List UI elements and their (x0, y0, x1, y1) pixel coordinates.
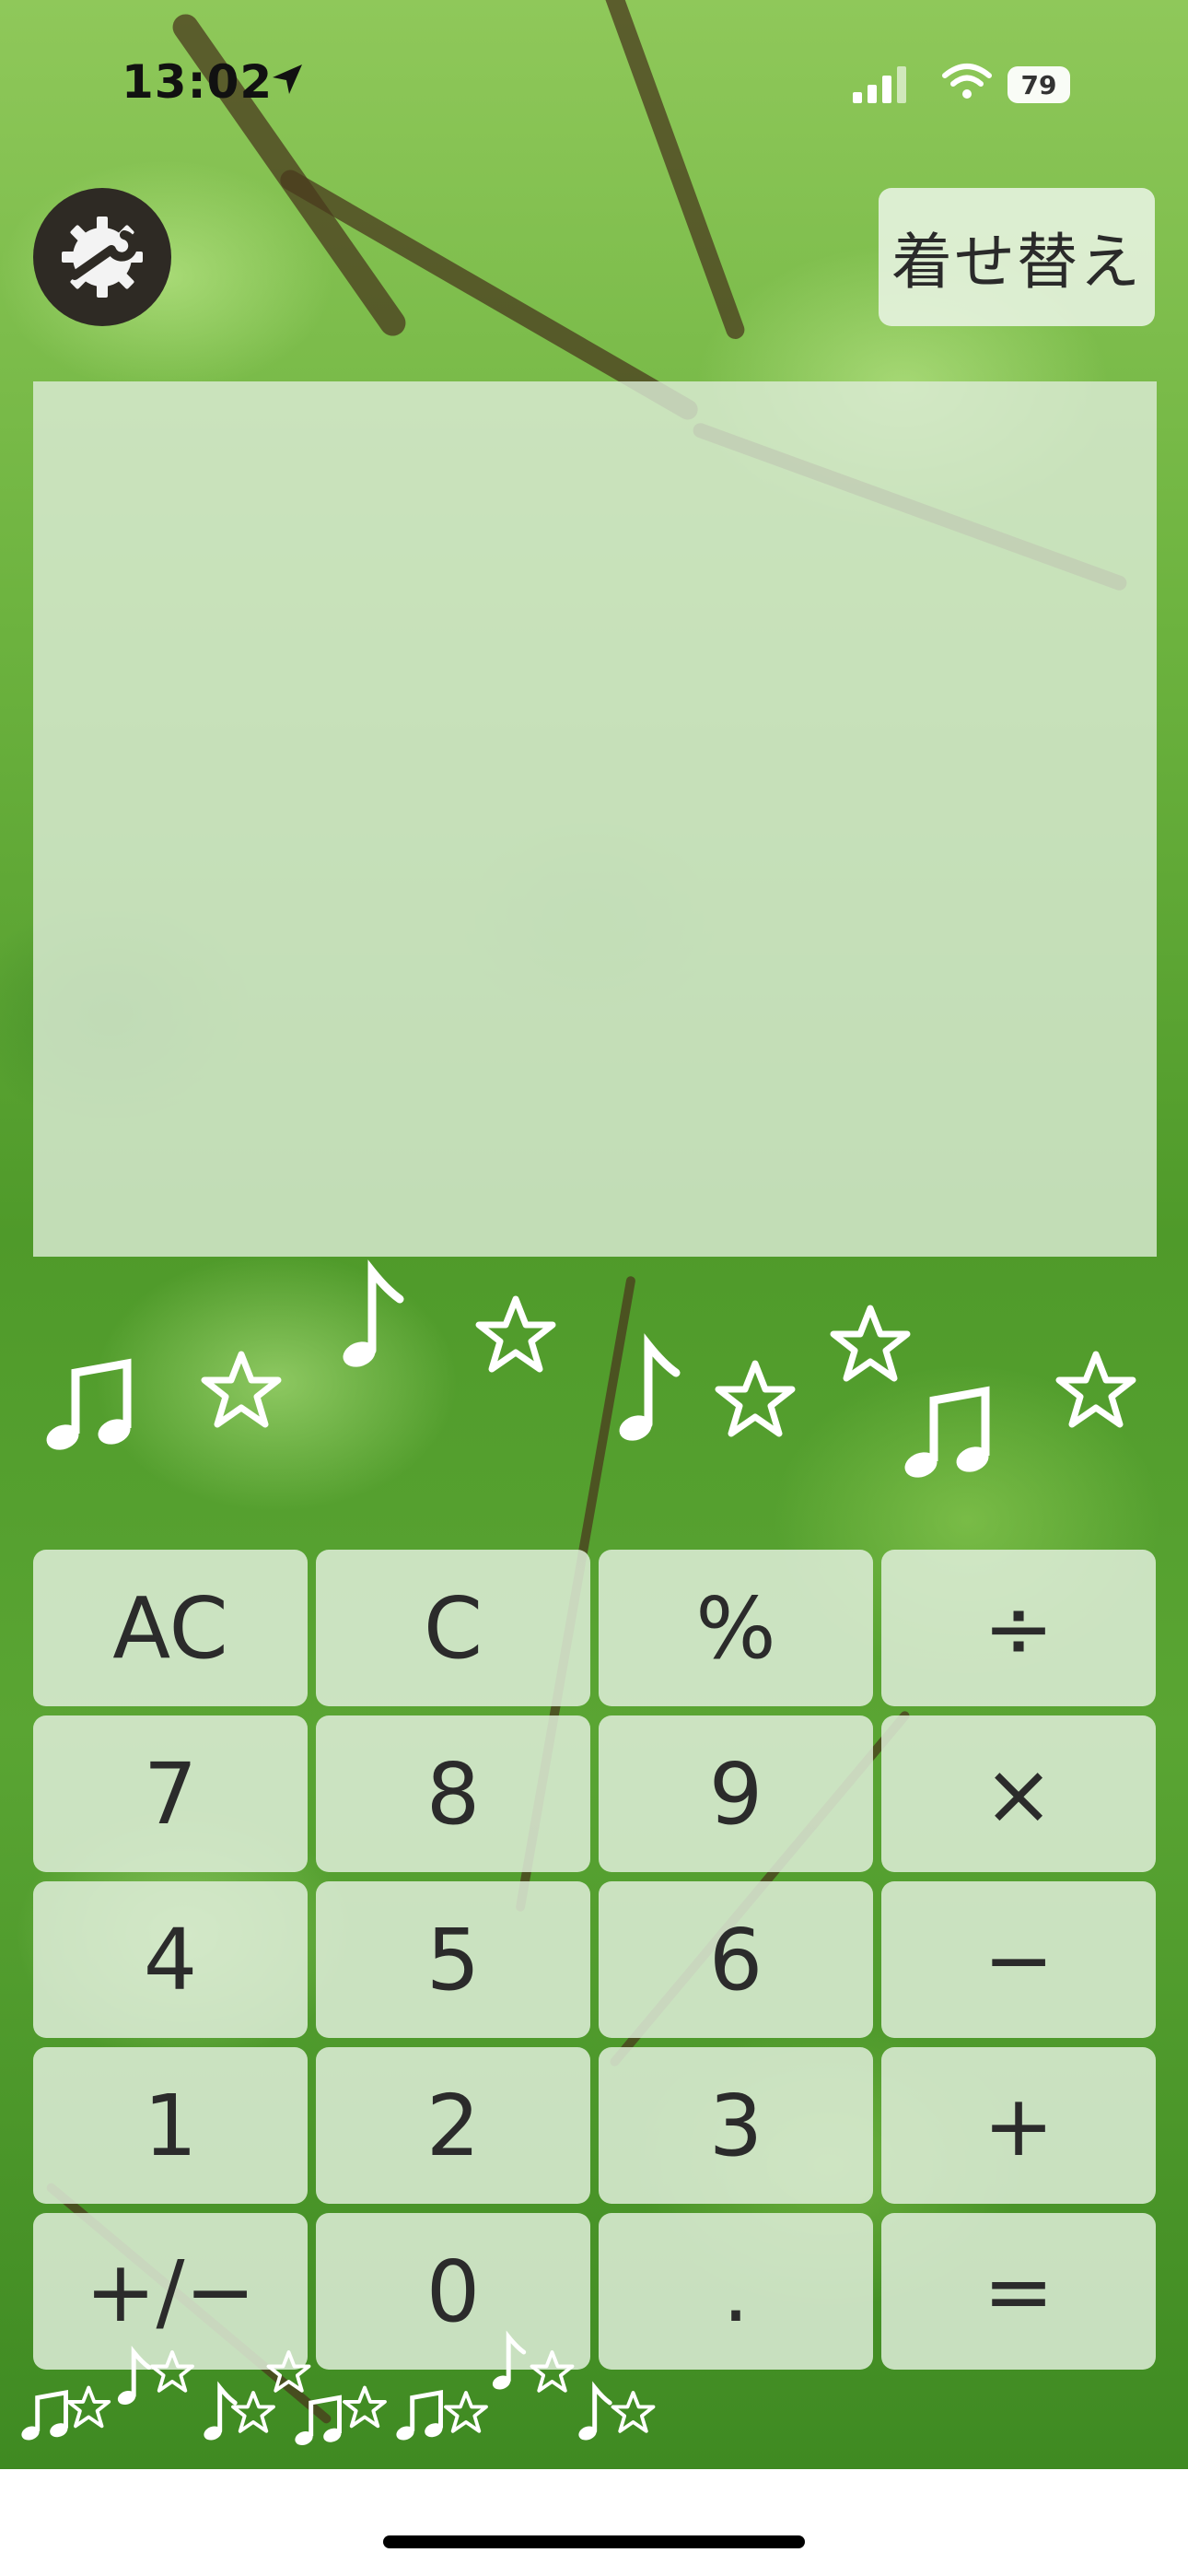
key-percent[interactable]: % (599, 1550, 873, 1706)
star-icon (266, 2350, 311, 2393)
star-icon (718, 1364, 792, 1434)
key-1[interactable]: 1 (33, 2047, 308, 2204)
music-note-icon (202, 2388, 235, 2443)
location-arrow-icon (269, 61, 306, 101)
star-icon (204, 1354, 278, 1424)
key-ac[interactable]: AC (33, 1550, 308, 1706)
star-icon (66, 2385, 111, 2429)
key-multiply[interactable]: × (881, 1715, 1156, 1872)
calculator-display (33, 381, 1157, 1257)
music-note-icon (394, 2393, 444, 2442)
music-note-icon (293, 2398, 343, 2448)
star-icon (479, 1299, 553, 1369)
battery-level: 79 (1020, 69, 1057, 100)
key-4[interactable]: 4 (33, 1881, 308, 2038)
settings-button[interactable] (33, 188, 171, 326)
key-c[interactable]: C (316, 1550, 590, 1706)
battery-icon: 79 (1007, 66, 1070, 103)
music-note-icon (577, 2388, 610, 2443)
star-icon (611, 2391, 656, 2433)
wifi-icon (941, 61, 993, 105)
music-note-icon (43, 1364, 134, 1454)
key-8[interactable]: 8 (316, 1715, 590, 1872)
signal-icon (853, 66, 914, 107)
decoration-notes-stars (0, 1253, 1188, 1529)
star-icon (1059, 1354, 1133, 1424)
key-3[interactable]: 3 (599, 2047, 873, 2204)
star-icon (231, 2391, 275, 2433)
music-note-icon (902, 1391, 993, 1481)
music-note-icon (340, 1271, 400, 1371)
key-7[interactable]: 7 (33, 1715, 308, 1872)
key-2[interactable]: 2 (316, 2047, 590, 2204)
star-icon (833, 1308, 907, 1378)
key-minus[interactable]: − (881, 1881, 1156, 2038)
decoration-notes-stars-bottom (0, 2322, 656, 2451)
status-time: 13:02 (122, 55, 274, 109)
home-indicator[interactable] (383, 2535, 805, 2548)
star-icon (343, 2385, 387, 2429)
music-note-icon (616, 1345, 676, 1445)
star-icon (444, 2391, 488, 2433)
gear-wrench-icon (62, 217, 143, 298)
key-divide[interactable]: ÷ (881, 1550, 1156, 1706)
music-note-icon (19, 2393, 69, 2442)
keypad: AC C % ÷ 7 8 9 × 4 5 6 − 1 2 3 + +/− 0 .… (33, 1550, 1157, 2370)
key-9[interactable]: 9 (599, 1715, 873, 1872)
key-5[interactable]: 5 (316, 1881, 590, 2038)
star-icon (150, 2350, 194, 2393)
music-note-icon (491, 2337, 524, 2393)
music-note-icon (116, 2352, 149, 2407)
key-6[interactable]: 6 (599, 1881, 873, 2038)
skin-change-button[interactable]: 着せ替え (879, 188, 1155, 326)
key-plus[interactable]: + (881, 2047, 1156, 2204)
star-icon (530, 2350, 575, 2393)
